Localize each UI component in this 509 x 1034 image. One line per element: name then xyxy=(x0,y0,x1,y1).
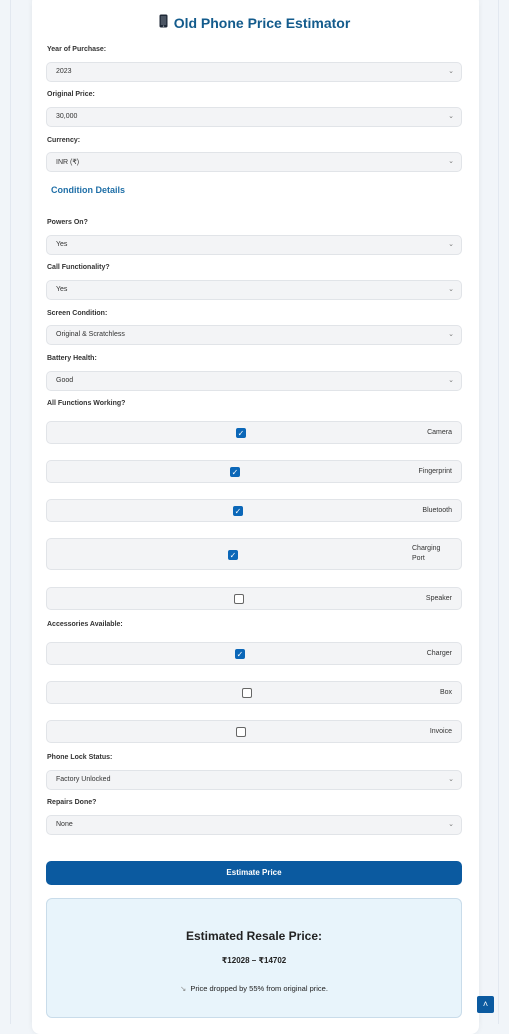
function-row-camera[interactable]: ✓ Camera xyxy=(46,421,462,444)
chevron-down-icon: ⌄ xyxy=(448,821,454,828)
condition-heading: Condition Details xyxy=(51,185,125,195)
repairs-value: None xyxy=(56,821,73,828)
repairs-label: Repairs Done? xyxy=(47,799,97,806)
powers-on-select[interactable]: Yes ⌄ xyxy=(46,235,462,255)
price-label: Original Price: xyxy=(47,91,95,98)
invoice-checkbox[interactable] xyxy=(236,727,246,737)
screen-value: Original & Scratchless xyxy=(56,331,125,338)
price-range: ₹12028 – ₹14702 xyxy=(221,956,287,965)
call-label: Call Functionality? xyxy=(47,264,110,271)
chevron-down-icon: ⌄ xyxy=(448,331,454,338)
price-field[interactable]: 30,000 ⌄ xyxy=(46,107,462,127)
lock-label: Phone Lock Status: xyxy=(47,754,113,761)
call-value: Yes xyxy=(56,286,68,293)
accessories-label: Accessories Available: xyxy=(47,621,123,628)
currency-value: INR (₹) xyxy=(56,159,80,166)
fingerprint-label: Fingerprint xyxy=(418,468,452,475)
box-label: Box xyxy=(439,689,452,696)
lock-select[interactable]: Factory Unlocked ⌄ xyxy=(46,770,462,790)
camera-checkbox[interactable]: ✓ xyxy=(236,428,246,438)
function-row-speaker[interactable]: Speaker xyxy=(46,587,462,610)
camera-label: Camera xyxy=(427,429,452,436)
price-drop-note: ↘ Price dropped by 55% from original pric… xyxy=(47,984,461,993)
result-heading: Estimated Resale Price: xyxy=(185,929,323,943)
year-select[interactable]: 2023 ⌄ xyxy=(46,62,462,82)
lock-value: Factory Unlocked xyxy=(56,776,111,783)
speaker-label: Speaker xyxy=(425,595,452,602)
function-row-charging-port[interactable]: ✓ Charging Port xyxy=(46,538,462,570)
chevron-down-icon: ⌄ xyxy=(448,241,454,248)
chevron-down-icon: ⌄ xyxy=(448,113,454,120)
price-drop-text: Price dropped by 55% from original price… xyxy=(190,984,328,993)
bluetooth-checkbox[interactable]: ✓ xyxy=(233,506,243,516)
estimate-price-button[interactable]: Estimate Price xyxy=(46,861,462,885)
repairs-select[interactable]: None ⌄ xyxy=(46,815,462,835)
chevron-up-icon: ˄ xyxy=(482,999,489,1009)
year-label: Year of Purchase: xyxy=(47,46,107,53)
chevron-down-icon: ⌄ xyxy=(448,68,454,75)
page-edge-left xyxy=(10,0,11,1024)
fingerprint-checkbox[interactable]: ✓ xyxy=(230,467,240,477)
call-select[interactable]: Yes ⌄ xyxy=(46,280,462,300)
charger-checkbox[interactable]: ✓ xyxy=(235,649,245,659)
page-title-text: Old Phone Price Estimator xyxy=(173,15,351,31)
year-value: 2023 xyxy=(56,68,72,75)
chart-down-icon: ↘ xyxy=(180,984,187,993)
chevron-down-icon: ⌄ xyxy=(448,377,454,384)
mobile-phone-icon xyxy=(159,14,168,31)
function-row-bluetooth[interactable]: ✓ Bluetooth xyxy=(46,499,462,522)
result-panel: Estimated Resale Price: ₹12028 – ₹14702 … xyxy=(46,898,462,1018)
accessory-row-invoice[interactable]: Invoice xyxy=(46,720,462,743)
screen-select[interactable]: Original & Scratchless ⌄ xyxy=(46,325,462,345)
accessory-row-box[interactable]: Box xyxy=(46,681,462,704)
box-checkbox[interactable] xyxy=(242,688,252,698)
chevron-down-icon: ⌄ xyxy=(448,158,454,165)
chevron-down-icon: ⌄ xyxy=(448,286,454,293)
currency-select[interactable]: INR (₹) ⌄ xyxy=(46,152,462,172)
powers-on-label: Powers On? xyxy=(47,219,88,226)
functions-label: All Functions Working? xyxy=(47,400,126,407)
battery-select[interactable]: Good ⌄ xyxy=(46,371,462,391)
speaker-checkbox[interactable] xyxy=(234,594,244,604)
charger-label: Charger xyxy=(426,650,452,657)
chevron-down-icon: ⌄ xyxy=(448,776,454,783)
bluetooth-label: Bluetooth xyxy=(422,507,452,514)
page-title: Old Phone Price Estimator xyxy=(0,14,509,31)
screen-label: Screen Condition: xyxy=(47,310,108,317)
battery-value: Good xyxy=(56,377,74,384)
scroll-to-top-button[interactable]: ˄ xyxy=(477,996,494,1013)
charging-port-checkbox[interactable]: ✓ xyxy=(228,550,238,560)
invoice-label: Invoice xyxy=(429,728,452,735)
battery-label: Battery Health: xyxy=(47,355,97,362)
charging-port-label: Charging Port xyxy=(412,545,441,562)
accessory-row-charger[interactable]: ✓ Charger xyxy=(46,642,462,665)
powers-on-value: Yes xyxy=(56,241,68,248)
function-row-fingerprint[interactable]: ✓ Fingerprint xyxy=(46,460,462,483)
currency-label: Currency: xyxy=(47,137,81,144)
price-value: 30,000 xyxy=(56,113,78,120)
page-edge-right xyxy=(498,0,499,1024)
